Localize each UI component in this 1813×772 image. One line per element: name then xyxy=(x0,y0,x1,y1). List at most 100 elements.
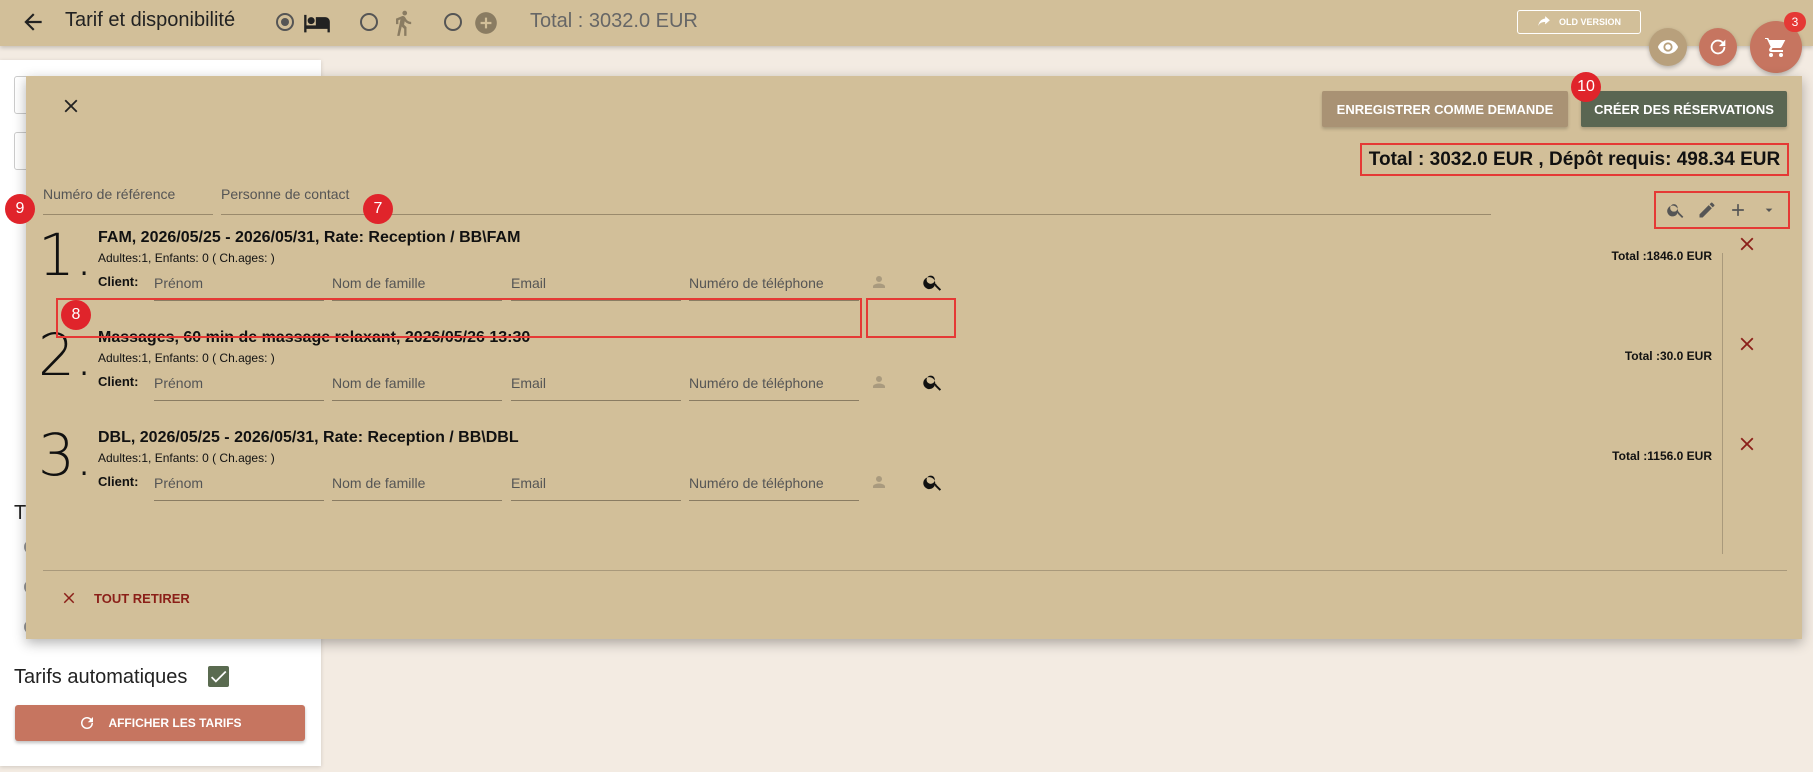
save-as-request-button[interactable]: ENREGISTRER COMME DEMANDE xyxy=(1322,91,1568,127)
last-name-placeholder: Nom de famille xyxy=(332,375,426,391)
add-contact-button[interactable] xyxy=(1727,199,1749,221)
item-total: Total :30.0 EUR xyxy=(1624,349,1712,363)
email-input[interactable]: Email xyxy=(511,365,681,401)
afficher-tarifs-label: AFFICHER LES TARIFS xyxy=(108,716,242,730)
caret-down-icon xyxy=(1765,208,1772,212)
client-label: Client: xyxy=(98,374,139,389)
search-contact-button[interactable] xyxy=(1665,199,1687,221)
annotation-box-client-tools xyxy=(866,298,956,338)
refresh-button[interactable] xyxy=(1699,28,1737,66)
phone-placeholder: Numéro de téléphone xyxy=(689,375,824,391)
phone-placeholder: Numéro de téléphone xyxy=(689,275,824,291)
email-input[interactable]: Email xyxy=(511,465,681,501)
refresh-icon xyxy=(81,717,94,729)
person-icon xyxy=(873,476,885,488)
auto-tarifs-label: Tarifs automatiques xyxy=(14,666,188,688)
first-name-placeholder: Prénom xyxy=(154,275,204,291)
item-number: 3. xyxy=(38,421,94,489)
last-name-input[interactable]: Nom de famille xyxy=(332,365,502,401)
annotation-box-client-fields xyxy=(56,298,862,338)
last-name-input[interactable]: Nom de famille xyxy=(332,265,502,301)
first-name-input[interactable]: Prénom xyxy=(154,365,324,401)
delete-x-icon[interactable] xyxy=(1736,433,1758,455)
share-arrow-icon xyxy=(1538,16,1550,27)
eye-icon xyxy=(1657,40,1679,54)
cart-icon xyxy=(1765,37,1786,57)
bed-icon xyxy=(304,14,330,33)
remove-all-label: TOUT RETIRER xyxy=(94,590,190,606)
delete-x-icon[interactable] xyxy=(1736,233,1758,255)
annotation-marker-9: 9 xyxy=(5,194,35,224)
preview-button[interactable] xyxy=(1649,28,1687,66)
reference-number-placeholder: Numéro de référence xyxy=(43,186,176,202)
header-total: Total : 3032.0 EUR xyxy=(530,10,698,32)
annotation-marker-7: 7 xyxy=(363,194,393,224)
afficher-tarifs-button[interactable]: AFFICHER LES TARIFS xyxy=(15,705,305,741)
divider-horizontal xyxy=(43,570,1787,571)
app-bar: Tarif et disponibilité Total : 3032.0 EU… xyxy=(0,0,1813,46)
refresh-icon xyxy=(1710,39,1726,55)
close-icon[interactable] xyxy=(60,95,82,117)
check-icon xyxy=(210,670,227,683)
item-total: Total :1156.0 EUR xyxy=(1612,449,1712,463)
radio-accommodation[interactable] xyxy=(276,13,294,31)
first-name-placeholder: Prénom xyxy=(154,475,204,491)
annotation-marker-10: 10 xyxy=(1571,72,1601,102)
phone-input[interactable]: Numéro de téléphone xyxy=(689,465,859,501)
contact-person-placeholder: Personne de contact xyxy=(221,186,350,202)
pencil-icon xyxy=(1699,202,1714,218)
email-input[interactable]: Email xyxy=(511,265,681,301)
search-icon[interactable] xyxy=(922,371,944,393)
radio-extra[interactable] xyxy=(444,13,462,31)
plus-icon xyxy=(1731,204,1744,216)
email-placeholder: Email xyxy=(511,375,547,391)
item-number: 1. xyxy=(38,221,94,289)
delete-x-icon[interactable] xyxy=(1736,333,1758,355)
close-x-icon xyxy=(63,592,75,604)
edit-contact-button[interactable] xyxy=(1696,199,1718,221)
person-icon xyxy=(873,376,885,388)
item-guests: Adultes:1, Enfants: 0 ( Ch.ages: ) xyxy=(98,451,275,465)
section-heading: T xyxy=(14,502,27,524)
client-label: Client: xyxy=(98,474,139,489)
item-guests: Adultes:1, Enfants: 0 ( Ch.ages: ) xyxy=(98,251,275,265)
old-version-button[interactable]: OLD VERSION xyxy=(1517,10,1641,34)
auto-tarifs-checkbox[interactable] xyxy=(208,666,229,687)
email-placeholder: Email xyxy=(511,475,547,491)
reference-number-input[interactable]: Numéro de référence xyxy=(43,181,213,215)
reservation-dialog: ENREGISTRER COMME DEMANDE CRÉER DES RÉSE… xyxy=(26,76,1802,639)
person-icon xyxy=(873,276,885,288)
cart-count-badge: 3 xyxy=(1784,12,1806,32)
item-total: Total :1846.0 EUR xyxy=(1611,249,1712,263)
create-reservations-button[interactable]: CRÉER DES RÉSERVATIONS xyxy=(1581,91,1787,127)
phone-input[interactable]: Numéro de téléphone xyxy=(689,265,859,301)
reservation-item: 1. FAM, 2026/05/25 - 2026/05/31, Rate: R… xyxy=(26,221,1802,309)
reservation-item: 3. DBL, 2026/05/25 - 2026/05/31, Rate: R… xyxy=(26,421,1802,509)
last-name-placeholder: Nom de famille xyxy=(332,275,426,291)
total-deposit-summary: Total : 3032.0 EUR , Dépôt requis: 498.3… xyxy=(1360,143,1789,176)
item-title: FAM, 2026/05/25 - 2026/05/31, Rate: Rece… xyxy=(98,229,521,246)
contact-menu-dropdown[interactable] xyxy=(1758,199,1780,221)
item-guests: Adultes:1, Enfants: 0 ( Ch.ages: ) xyxy=(98,351,275,365)
phone-input[interactable]: Numéro de téléphone xyxy=(689,365,859,401)
last-name-placeholder: Nom de famille xyxy=(332,475,426,491)
page-title: Tarif et disponibilité xyxy=(65,9,236,31)
client-label: Client: xyxy=(98,274,139,289)
first-name-placeholder: Prénom xyxy=(154,375,204,391)
last-name-input[interactable]: Nom de famille xyxy=(332,465,502,501)
search-icon[interactable] xyxy=(922,271,944,293)
radio-activity[interactable] xyxy=(360,13,378,31)
search-icon[interactable] xyxy=(922,471,944,493)
phone-placeholder: Numéro de téléphone xyxy=(689,475,824,491)
first-name-input[interactable]: Prénom xyxy=(154,265,324,301)
email-placeholder: Email xyxy=(511,275,547,291)
annotation-marker-8: 8 xyxy=(61,300,91,330)
add-circle-icon xyxy=(475,12,497,34)
search-icon xyxy=(1666,204,1683,218)
contact-person-input[interactable]: Personne de contact xyxy=(221,181,1491,215)
first-name-input[interactable]: Prénom xyxy=(154,465,324,501)
item-title: DBL, 2026/05/25 - 2026/05/31, Rate: Rece… xyxy=(98,429,519,446)
walking-person-icon xyxy=(396,10,412,36)
remove-all-button[interactable]: TOUT RETIRER xyxy=(60,589,190,607)
back-arrow-icon[interactable] xyxy=(20,9,46,35)
